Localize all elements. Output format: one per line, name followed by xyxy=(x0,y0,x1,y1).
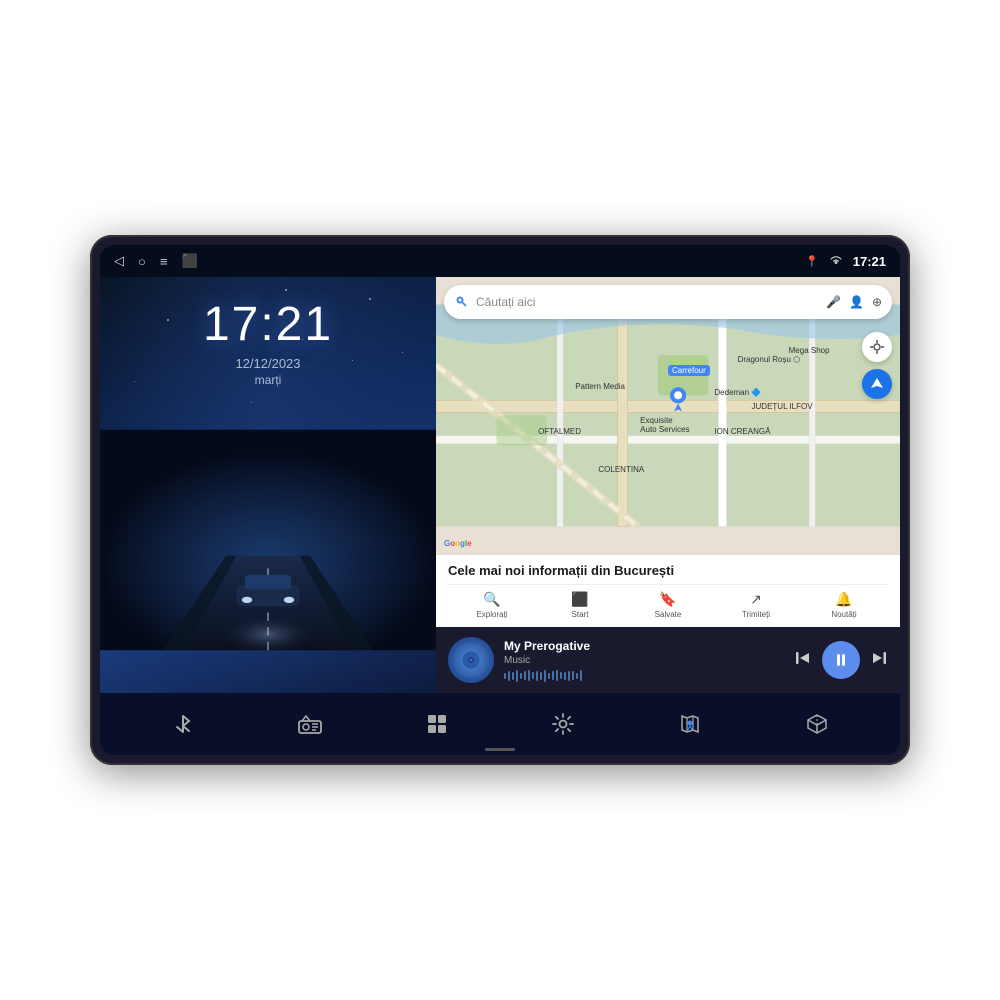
maps-bottom-icon xyxy=(672,706,708,742)
next-button[interactable] xyxy=(870,649,888,672)
bluetooth-button[interactable] xyxy=(165,706,201,742)
cube-button[interactable] xyxy=(799,706,835,742)
map-search-bar[interactable]: Căutați aici 🎤 👤 ⊕ xyxy=(444,285,892,319)
right-panel: Pattern Media Carrefour Dragonul Roșu ⬡ … xyxy=(436,277,900,693)
news-icon: 🔔 xyxy=(835,591,852,608)
music-controls xyxy=(794,641,888,679)
tab-send-label: Trimiteți xyxy=(742,610,770,619)
map-label-oftalmed: OFTALMED xyxy=(538,427,581,436)
status-bar: ◁ ○ ≡ ⬛ 📍 17:21 xyxy=(100,245,900,277)
tab-news-label: Noutăți xyxy=(831,610,856,619)
tab-send[interactable]: ↗ Trimiteți xyxy=(712,591,800,619)
music-player: My Prerogative Music xyxy=(436,627,900,693)
cube-icon xyxy=(799,706,835,742)
settings-icon xyxy=(545,706,581,742)
device-screen: ◁ ○ ≡ ⬛ 📍 17:21 xyxy=(100,245,900,755)
pause-button[interactable] xyxy=(822,641,860,679)
nav-buttons: ◁ ○ ≡ ⬛ xyxy=(114,253,198,269)
tab-start[interactable]: ⬛ Start xyxy=(536,591,624,619)
music-title: My Prerogative xyxy=(504,639,784,653)
status-time: 17:21 xyxy=(853,254,886,269)
bluetooth-icon xyxy=(165,706,201,742)
info-panel: Cele mai noi informații din București 🔍 … xyxy=(436,554,900,627)
map-search-actions: 🎤 👤 ⊕ xyxy=(826,295,882,309)
map-label-dragon: Dragonul Roșu ⬡ xyxy=(738,355,801,364)
screenshot-button[interactable]: ⬛ xyxy=(181,253,197,269)
account-icon[interactable]: 👤 xyxy=(849,295,864,309)
map-label-mega: Mega Shop xyxy=(789,346,830,355)
bottom-bar xyxy=(100,693,900,755)
device: ◁ ○ ≡ ⬛ 📍 17:21 xyxy=(90,235,910,765)
status-icons: 📍 17:21 xyxy=(805,254,886,269)
left-panel: 17:21 12/12/2023 marți xyxy=(100,277,436,693)
clock-date: 12/12/2023 xyxy=(203,356,333,371)
saved-icon: 🔖 xyxy=(659,591,676,608)
tab-saved[interactable]: 🔖 Salvate xyxy=(624,591,712,619)
apps-icon xyxy=(419,706,455,742)
radio-icon xyxy=(292,706,328,742)
clock-day: marți xyxy=(203,373,333,387)
tab-news[interactable]: 🔔 Noutăți xyxy=(800,591,888,619)
clock-time: 17:21 xyxy=(203,297,333,352)
map-label-dedeman: Dedeman 🔷 xyxy=(714,388,761,397)
navigate-button[interactable] xyxy=(862,369,892,399)
back-button[interactable]: ◁ xyxy=(114,253,124,269)
music-waveform xyxy=(504,670,784,682)
swipe-indicator xyxy=(485,748,515,751)
home-button[interactable]: ○ xyxy=(138,254,146,269)
map-label-judet: JUDEȚUL ILFOV xyxy=(752,402,813,411)
tab-start-label: Start xyxy=(572,610,589,619)
start-icon: ⬛ xyxy=(571,591,588,608)
album-art xyxy=(448,637,494,683)
apps-button[interactable] xyxy=(419,706,455,742)
main-content: 17:21 12/12/2023 marți xyxy=(100,277,900,693)
location-button[interactable] xyxy=(862,332,892,362)
wifi-icon xyxy=(829,254,843,269)
location-icon: 📍 xyxy=(805,255,819,268)
tab-saved-label: Salvate xyxy=(655,610,682,619)
explore-icon: 🔍 xyxy=(483,591,500,608)
layers-icon[interactable]: ⊕ xyxy=(872,295,882,309)
album-art-inner xyxy=(453,642,489,678)
info-tabs: 🔍 Explorați ⬛ Start 🔖 Salvate ↗ xyxy=(448,584,888,619)
tab-explore[interactable]: 🔍 Explorați xyxy=(448,591,536,619)
clock-display: 17:21 12/12/2023 marți xyxy=(203,297,333,387)
map-label-exquisite: ExquisiteAuto Services xyxy=(640,416,689,434)
map-area[interactable]: Pattern Media Carrefour Dragonul Roșu ⬡ … xyxy=(436,277,900,554)
google-logo: Google xyxy=(444,539,472,548)
settings-button[interactable] xyxy=(545,706,581,742)
prev-button[interactable] xyxy=(794,649,812,672)
maps-bottom-button[interactable] xyxy=(672,706,708,742)
map-label-ion: ION CREANGĂ xyxy=(714,427,770,436)
map-search-placeholder: Căutați aici xyxy=(476,295,818,309)
map-label-colentina: COLENTINA xyxy=(598,465,644,474)
car-tunnel-image xyxy=(100,387,436,693)
maps-search-icon xyxy=(454,294,468,311)
info-title: Cele mai noi informații din București xyxy=(448,563,888,578)
music-source: Music xyxy=(504,655,784,666)
music-info: My Prerogative Music xyxy=(504,639,784,682)
map-label-carrefour: Carrefour xyxy=(668,366,710,375)
mic-icon[interactable]: 🎤 xyxy=(826,295,841,309)
send-icon: ↗ xyxy=(750,591,762,608)
radio-button[interactable] xyxy=(292,706,328,742)
menu-button[interactable]: ≡ xyxy=(160,254,168,269)
tab-explore-label: Explorați xyxy=(476,610,507,619)
map-label-pattern: Pattern Media xyxy=(575,382,625,391)
